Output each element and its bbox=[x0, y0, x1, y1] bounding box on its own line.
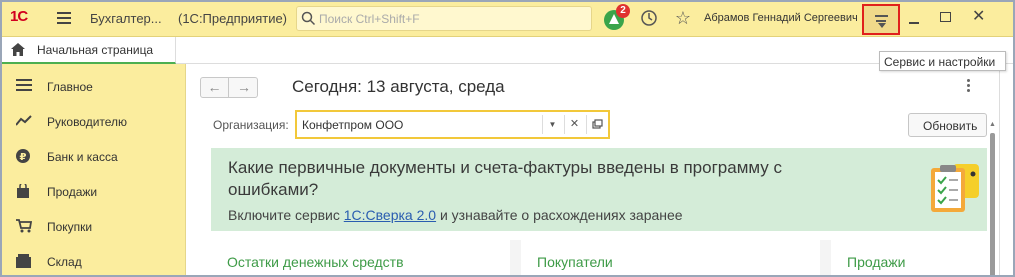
sidebar-item-label: Продажи bbox=[47, 185, 98, 199]
sidebar-item-label: Главное bbox=[47, 80, 93, 94]
more-options-icon[interactable] bbox=[967, 79, 971, 94]
title-bar: 1С Бухгалтер... (1С:Предприятие) 2 ☆ Абр… bbox=[0, 0, 1015, 37]
menu-lines-icon bbox=[16, 79, 32, 91]
widget-cash[interactable]: Остатки денежных средств bbox=[211, 240, 510, 277]
org-label: Организация: bbox=[213, 118, 289, 132]
global-search[interactable] bbox=[296, 6, 592, 31]
app-platform: (1С:Предприятие) bbox=[178, 11, 288, 26]
right-panel-edge bbox=[999, 64, 1015, 277]
notifications-badge: 2 bbox=[616, 4, 630, 18]
sidebar-item-warehouse[interactable]: Склад bbox=[0, 242, 186, 277]
ruble-coin-icon: ₽ bbox=[16, 149, 30, 163]
home-icon bbox=[11, 43, 25, 56]
bag-icon bbox=[17, 184, 29, 198]
sidebar-item-main[interactable]: Главное bbox=[0, 67, 186, 102]
main-menu-icon[interactable] bbox=[57, 12, 71, 24]
app-logo[interactable]: 1С bbox=[10, 8, 28, 25]
sidebar-item-bank[interactable]: ₽ Банк и касса bbox=[0, 137, 186, 172]
maximize-button[interactable] bbox=[940, 12, 951, 22]
tooltip: Сервис и настройки bbox=[879, 51, 1006, 71]
org-field[interactable]: ▼ ✕ bbox=[295, 110, 610, 139]
trend-icon bbox=[16, 115, 32, 126]
org-input[interactable] bbox=[302, 116, 540, 134]
widget-title: Продажи bbox=[847, 254, 906, 270]
sidebar-item-label: Покупки bbox=[47, 220, 93, 234]
sidebar-item-sales[interactable]: Продажи bbox=[0, 172, 186, 207]
search-icon bbox=[301, 11, 316, 26]
nav-arrows: ← → bbox=[200, 77, 258, 98]
tab-bar: Начальная страница bbox=[0, 37, 1015, 64]
sidebar-item-label: Банк и касса bbox=[47, 150, 118, 164]
history-icon[interactable] bbox=[639, 7, 661, 29]
tab-home[interactable]: Начальная страница bbox=[0, 37, 176, 64]
sidebar-item-manager[interactable]: Руководителю bbox=[0, 102, 186, 137]
dropdown-icon[interactable]: ▼ bbox=[542, 115, 562, 134]
widget-title: Остатки денежных средств bbox=[227, 254, 404, 270]
sidebar-item-label: Руководителю bbox=[47, 115, 128, 129]
widgets-row: Остатки денежных средств Покупатели Прод… bbox=[211, 240, 987, 277]
open-icon[interactable] bbox=[586, 115, 606, 134]
checklist-illustration-icon bbox=[931, 164, 979, 212]
sverka-link[interactable]: 1С:Сверка 2.0 bbox=[344, 207, 436, 223]
sidebar: Главное Руководителю ₽ Банк и касса Прод… bbox=[0, 64, 186, 277]
close-button[interactable]: ✕ bbox=[972, 8, 985, 26]
promo-banner: Какие первичные документы и счета-фактур… bbox=[211, 148, 987, 231]
main-content: ← → Сегодня: 13 августа, среда Организац… bbox=[187, 64, 987, 277]
favorites-icon[interactable]: ☆ bbox=[672, 7, 694, 29]
refresh-button[interactable]: Обновить bbox=[908, 113, 987, 137]
banner-subtitle: Включите сервис 1С:Сверка 2.0 и узнавайт… bbox=[228, 207, 683, 223]
vertical-scrollbar[interactable]: ▲ bbox=[987, 64, 999, 277]
widget-sales[interactable]: Продажи bbox=[831, 240, 987, 277]
notifications-button[interactable]: 2 bbox=[604, 4, 630, 30]
app-name: Бухгалтер... bbox=[90, 11, 162, 26]
sidebar-item-label: Склад bbox=[47, 255, 82, 269]
chevron-down-icon bbox=[878, 23, 886, 28]
svg-text:₽: ₽ bbox=[20, 152, 27, 163]
scroll-up-icon[interactable]: ▲ bbox=[989, 121, 996, 128]
service-settings-button[interactable] bbox=[862, 4, 900, 35]
banner-title: Какие первичные документы и счета-фактур… bbox=[228, 158, 782, 199]
clear-icon[interactable]: ✕ bbox=[564, 115, 584, 134]
user-name[interactable]: Абрамов Геннадий Сергеевич bbox=[704, 12, 857, 24]
forward-arrow-icon[interactable]: → bbox=[230, 78, 258, 97]
back-arrow-icon[interactable]: ← bbox=[201, 78, 229, 97]
box-icon bbox=[16, 254, 31, 268]
page-title: Сегодня: 13 августа, среда bbox=[292, 77, 505, 96]
cart-icon bbox=[16, 219, 32, 233]
tab-home-label: Начальная страница bbox=[37, 43, 154, 57]
minimize-button[interactable] bbox=[906, 10, 922, 26]
search-input[interactable] bbox=[319, 10, 579, 27]
banner-text-before: Включите сервис bbox=[228, 207, 344, 223]
widget-title: Покупатели bbox=[537, 254, 613, 270]
scroll-thumb[interactable] bbox=[990, 133, 995, 277]
widget-customers[interactable]: Покупатели bbox=[521, 240, 820, 277]
banner-text-after: и узнавайте о расхождениях заранее bbox=[436, 207, 683, 223]
sidebar-item-purchases[interactable]: Покупки bbox=[0, 207, 186, 242]
